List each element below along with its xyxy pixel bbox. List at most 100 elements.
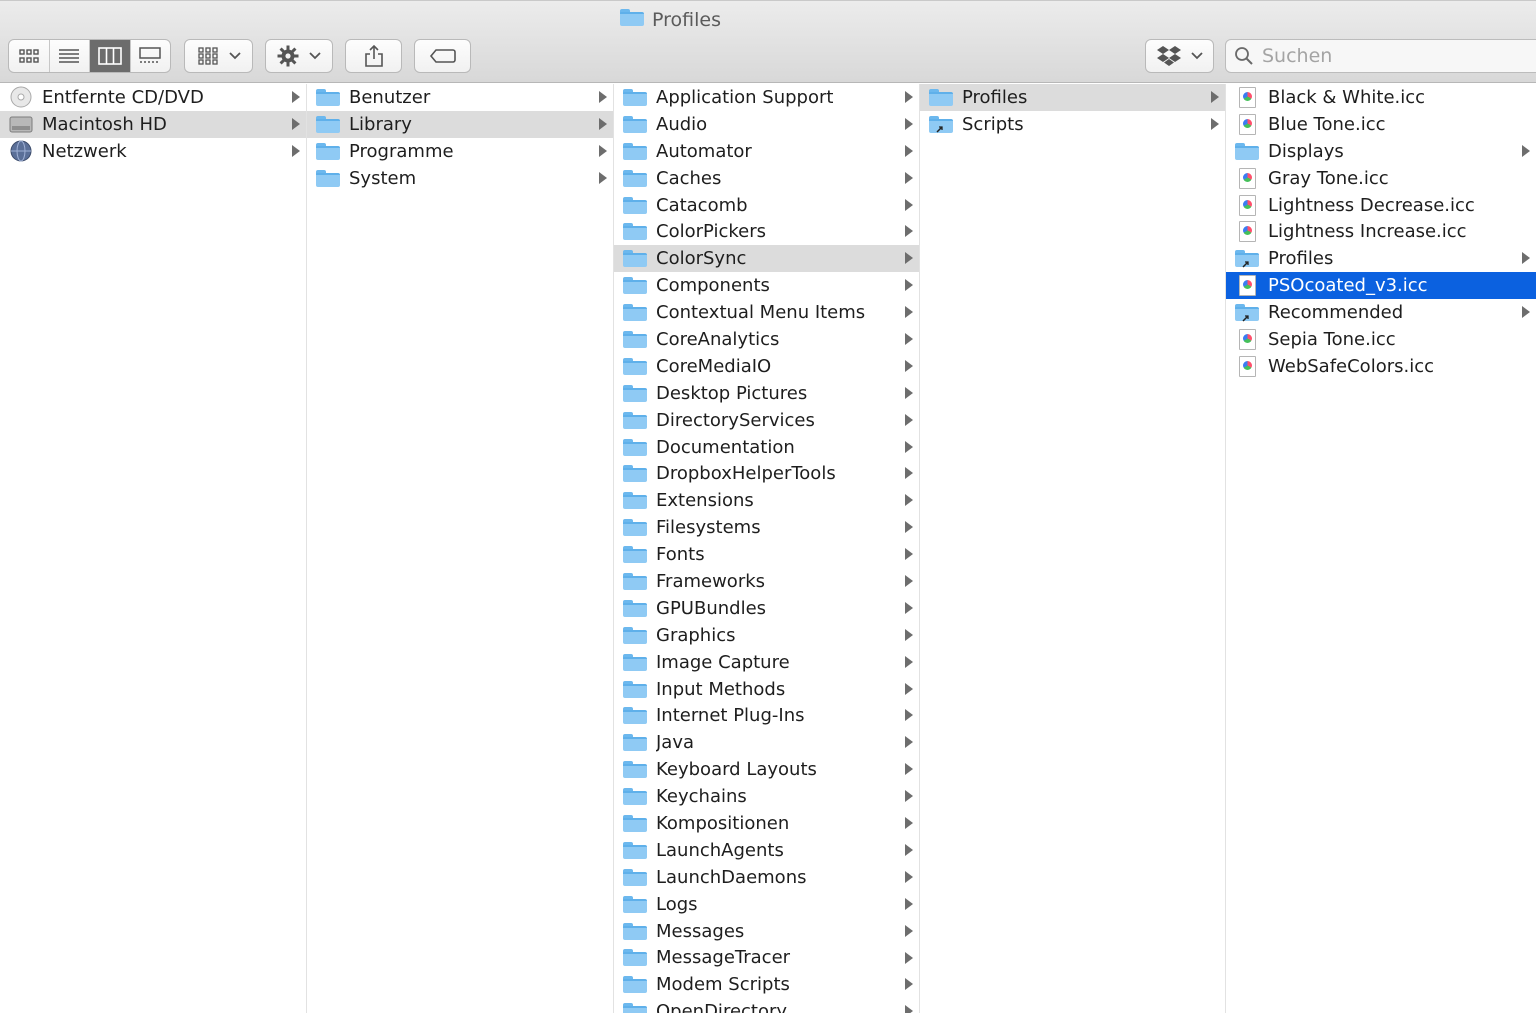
item-label: Gray Tone.icc bbox=[1268, 167, 1389, 189]
list-item[interactable]: Desktop Pictures bbox=[614, 380, 919, 407]
window-title-label: Profiles bbox=[652, 9, 721, 31]
list-item[interactable]: DropboxHelperTools bbox=[614, 460, 919, 487]
list-item[interactable]: Profiles bbox=[920, 84, 1225, 111]
search-icon bbox=[1235, 47, 1253, 65]
item-label: Programme bbox=[349, 140, 454, 162]
list-item[interactable]: Caches bbox=[614, 165, 919, 192]
icon-view-button[interactable] bbox=[9, 40, 50, 72]
list-item[interactable]: Input Methods bbox=[614, 676, 919, 703]
list-item[interactable]: Lightness Decrease.icc bbox=[1226, 192, 1536, 219]
list-item[interactable]: Sepia Tone.icc bbox=[1226, 326, 1536, 353]
folder-icon bbox=[622, 921, 648, 941]
share-button[interactable] bbox=[345, 39, 402, 73]
item-label: CoreAnalytics bbox=[656, 328, 780, 350]
tag-icon bbox=[429, 49, 456, 63]
group-by-menu[interactable] bbox=[184, 39, 253, 73]
chevron-right-icon bbox=[905, 843, 913, 856]
list-item[interactable]: Lightness Increase.icc bbox=[1226, 218, 1536, 245]
icc-document-icon bbox=[1234, 194, 1260, 216]
list-item[interactable]: Graphics bbox=[614, 622, 919, 649]
folder-icon bbox=[620, 9, 644, 31]
list-item[interactable]: Displays bbox=[1226, 138, 1536, 165]
list-item[interactable]: DirectoryServices bbox=[614, 407, 919, 434]
list-item[interactable]: Extensions bbox=[614, 487, 919, 514]
list-item[interactable]: Documentation bbox=[614, 434, 919, 461]
list-view-icon bbox=[59, 49, 80, 63]
list-item[interactable]: Scripts bbox=[920, 111, 1225, 138]
list-item[interactable]: GPUBundles bbox=[614, 595, 919, 622]
tag-button-inner bbox=[415, 40, 470, 72]
list-item[interactable]: ColorPickers bbox=[614, 218, 919, 245]
column-4: Profiles Scripts bbox=[920, 84, 1226, 1013]
list-item[interactable]: Kompositionen bbox=[614, 810, 919, 837]
column-1: Entfernte CD/DVD Macintosh HD Netzwerk bbox=[0, 84, 307, 1013]
list-item[interactable]: Internet Plug-Ins bbox=[614, 702, 919, 729]
list-item[interactable]: Benutzer bbox=[307, 84, 613, 111]
harddrive-icon bbox=[8, 114, 34, 134]
column-view-button[interactable] bbox=[90, 40, 131, 72]
list-item[interactable]: Black & White.icc bbox=[1226, 84, 1536, 111]
list-item[interactable]: Library bbox=[307, 110, 613, 138]
list-item[interactable]: OpenDirectory bbox=[614, 998, 919, 1013]
list-item[interactable]: Entfernte CD/DVD bbox=[0, 84, 306, 111]
list-item[interactable]: WebSafeColors.icc bbox=[1226, 353, 1536, 380]
list-item[interactable]: Fonts bbox=[614, 541, 919, 568]
list-item[interactable]: Keyboard Layouts bbox=[614, 756, 919, 783]
item-label: LaunchDaemons bbox=[656, 866, 807, 888]
folder-icon bbox=[622, 813, 648, 833]
list-item[interactable]: Filesystems bbox=[614, 514, 919, 541]
list-item[interactable]: Catacomb bbox=[614, 192, 919, 219]
list-item[interactable]: Contextual Menu Items bbox=[614, 299, 919, 326]
list-item[interactable]: Recommended bbox=[1226, 299, 1536, 326]
chevron-right-icon bbox=[599, 117, 607, 130]
chevron-right-icon bbox=[905, 494, 913, 507]
list-item[interactable]: Logs bbox=[614, 891, 919, 918]
list-item[interactable]: Java bbox=[614, 729, 919, 756]
folder-icon bbox=[622, 733, 648, 753]
list-item[interactable]: PSOcoated_v3.icc bbox=[1226, 272, 1536, 300]
list-item[interactable]: CoreMediaIO bbox=[614, 353, 919, 380]
list-item[interactable]: Profiles bbox=[1226, 245, 1536, 272]
list-item[interactable]: Messages bbox=[614, 918, 919, 945]
list-item[interactable]: Frameworks bbox=[614, 568, 919, 595]
item-label: Entfernte CD/DVD bbox=[42, 86, 204, 108]
toolbar: Profiles Suchen bbox=[0, 0, 1536, 83]
list-item[interactable]: Image Capture bbox=[614, 649, 919, 676]
folder-icon bbox=[622, 276, 648, 296]
list-item[interactable]: System bbox=[307, 165, 613, 192]
list-item[interactable]: Gray Tone.icc bbox=[1226, 165, 1536, 192]
list-item[interactable]: Programme bbox=[307, 138, 613, 165]
list-view-button[interactable] bbox=[50, 40, 90, 72]
list-item[interactable]: ColorSync bbox=[614, 245, 919, 273]
item-label: Macintosh HD bbox=[42, 113, 167, 135]
list-item[interactable]: Automator bbox=[614, 138, 919, 165]
icc-document-icon bbox=[1234, 275, 1260, 297]
list-item[interactable]: LaunchAgents bbox=[614, 837, 919, 864]
folder-icon bbox=[622, 948, 648, 968]
list-item[interactable]: Modem Scripts bbox=[614, 971, 919, 998]
item-label: MessageTracer bbox=[656, 947, 791, 969]
dropbox-menu[interactable] bbox=[1145, 39, 1214, 73]
list-item[interactable]: Macintosh HD bbox=[0, 110, 306, 138]
item-label: GPUBundles bbox=[656, 597, 767, 619]
list-item[interactable]: Blue Tone.icc bbox=[1226, 111, 1536, 138]
icon-view-icon bbox=[19, 49, 39, 63]
folder-alias-icon bbox=[928, 114, 954, 134]
list-item[interactable]: Netzwerk bbox=[0, 138, 306, 165]
chevron-right-icon bbox=[905, 225, 913, 238]
list-item[interactable]: LaunchDaemons bbox=[614, 864, 919, 891]
folder-icon bbox=[622, 195, 648, 215]
list-item[interactable]: Components bbox=[614, 272, 919, 299]
list-item[interactable]: MessageTracer bbox=[614, 945, 919, 972]
list-item[interactable]: Application Support bbox=[614, 84, 919, 111]
chevron-right-icon bbox=[1522, 306, 1530, 319]
gallery-view-button[interactable] bbox=[131, 40, 171, 72]
tag-button[interactable] bbox=[414, 39, 471, 73]
list-item[interactable]: CoreAnalytics bbox=[614, 326, 919, 353]
action-menu[interactable] bbox=[265, 39, 333, 73]
list-item[interactable]: Keychains bbox=[614, 783, 919, 810]
search-field[interactable]: Suchen bbox=[1225, 39, 1536, 73]
folder-icon bbox=[622, 598, 648, 618]
chevron-right-icon bbox=[905, 306, 913, 319]
list-item[interactable]: Audio bbox=[614, 111, 919, 138]
